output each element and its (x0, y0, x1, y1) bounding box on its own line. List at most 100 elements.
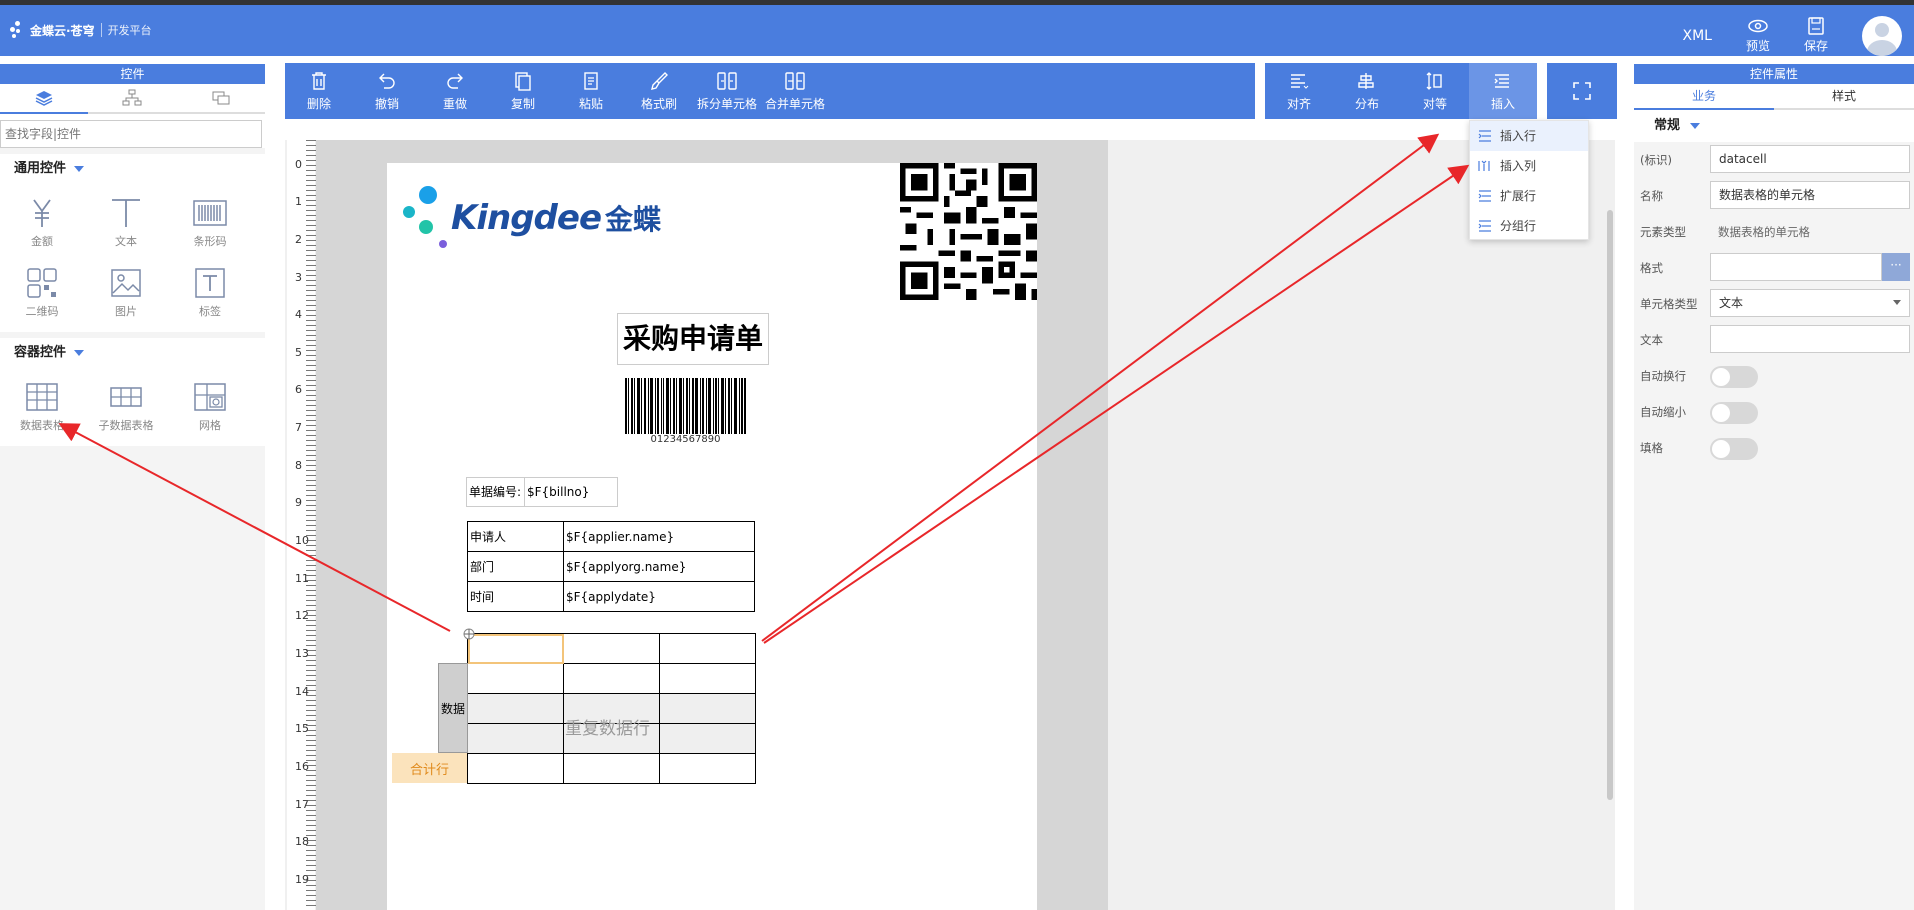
tab-style[interactable]: 样式 (1774, 84, 1914, 110)
control-data-table[interactable]: 数据表格 (0, 372, 84, 442)
info-label-cell[interactable]: 时间 (467, 581, 564, 612)
table-cell[interactable] (659, 753, 756, 784)
total-band-label[interactable]: 合计行 (392, 753, 467, 783)
control-amount[interactable]: 金额 (0, 188, 84, 258)
move-handle-icon[interactable] (462, 627, 476, 641)
table-cell[interactable] (467, 693, 564, 724)
fill-toggle[interactable] (1710, 438, 1758, 460)
ruler-tick: 5 (295, 346, 302, 359)
qrcode-image[interactable] (900, 163, 1037, 300)
name-input[interactable]: 数据表格的单元格 (1710, 181, 1910, 209)
ruler-tick: 3 (295, 271, 302, 284)
text-input[interactable] (1710, 325, 1910, 353)
split-cell-button[interactable]: 拆分单元格 (693, 63, 761, 119)
table-cell[interactable] (659, 633, 756, 664)
ruler-tick: 6 (295, 383, 302, 396)
group-row-icon (1478, 220, 1491, 232)
paste-button[interactable]: 粘贴 (557, 63, 625, 119)
table-cell[interactable] (659, 693, 756, 724)
table-cell[interactable] (467, 663, 564, 694)
selected-cell[interactable] (467, 633, 564, 664)
user-avatar[interactable] (1862, 15, 1902, 56)
preview-button[interactable]: 预览 (1746, 17, 1770, 54)
yen-icon (33, 199, 51, 227)
control-qrcode[interactable]: 二维码 (0, 258, 84, 328)
format-more-button[interactable]: ··· (1882, 253, 1910, 281)
table-cell[interactable] (563, 633, 660, 664)
xml-button[interactable]: XML (1682, 28, 1711, 44)
controls-panel: 控件 通用控件 金额 文本 条形码 二维码 (0, 64, 265, 910)
info-label-cell[interactable]: 申请人 (467, 521, 564, 552)
format-input[interactable] (1710, 253, 1882, 281)
control-label: 金额 (31, 235, 53, 248)
info-value-cell[interactable]: $F{applydate} (563, 581, 755, 612)
total-row[interactable] (467, 753, 756, 784)
repeat-row-text: 重复数据行 (565, 719, 650, 739)
table-row[interactable]: 时间 $F{applydate} (467, 581, 755, 612)
kingdee-dots-icon (403, 186, 451, 250)
container-controls-title: 容器控件 (14, 345, 67, 360)
menu-item-label: 分组行 (1500, 219, 1537, 233)
controls-tabs (0, 84, 265, 114)
tab-layers[interactable] (0, 84, 89, 114)
control-grid[interactable]: 网格 (168, 372, 252, 442)
table-cell[interactable] (659, 723, 756, 754)
barcode-image[interactable] (625, 378, 746, 434)
control-search-input[interactable] (0, 120, 262, 148)
insert-button[interactable]: 插入 (1469, 63, 1537, 119)
control-label-widget[interactable]: 标签 (168, 258, 252, 328)
copy-button[interactable]: 复制 (489, 63, 557, 119)
control-text[interactable]: 文本 (84, 188, 168, 258)
header-row[interactable] (467, 633, 756, 664)
tab-components[interactable] (176, 84, 265, 114)
canvas-scrollbar[interactable] (1607, 210, 1613, 800)
menu-item-label: 扩展行 (1500, 189, 1537, 203)
table-row[interactable]: 部门 $F{applyorg.name} (467, 551, 755, 582)
menu-item-insert-column[interactable]: 插入列 (1470, 151, 1588, 181)
control-barcode[interactable]: 条形码 (168, 188, 252, 258)
table-row[interactable]: 申请人 $F{applier.name} (467, 521, 755, 552)
format-painter-button[interactable]: 格式刷 (625, 63, 693, 119)
table-cell[interactable] (659, 663, 756, 694)
delete-button[interactable]: 删除 (285, 63, 353, 119)
table-cell[interactable] (467, 753, 564, 784)
id-input[interactable]: datacell (1710, 145, 1910, 173)
tab-business[interactable]: 业务 (1634, 84, 1774, 110)
prop-label: 名称 (1640, 189, 1663, 203)
cell-type-select[interactable]: 文本 (1710, 289, 1910, 317)
table-cell[interactable] (563, 753, 660, 784)
menu-item-insert-row[interactable]: 插入行 (1470, 121, 1588, 151)
tab-tree[interactable] (88, 84, 177, 114)
fullscreen-button[interactable] (1547, 63, 1617, 119)
menu-item-group-row[interactable]: 分组行 (1470, 211, 1588, 241)
data-band-label[interactable]: 数据 (438, 663, 468, 753)
container-controls-header[interactable]: 容器控件 (0, 338, 265, 368)
control-label: 二维码 (25, 305, 59, 318)
billno-field[interactable]: 单据编号: $F{billno} (466, 477, 618, 507)
info-value-cell[interactable]: $F{applyorg.name} (563, 551, 755, 582)
save-button[interactable]: 保存 (1804, 17, 1828, 54)
table-cell[interactable] (467, 723, 564, 754)
document-title[interactable]: 采购申请单 (617, 313, 769, 365)
autowrap-toggle[interactable] (1710, 366, 1758, 388)
info-table[interactable]: 申请人 $F{applier.name} 部门 $F{applyorg.name… (467, 521, 755, 612)
info-value-cell[interactable]: $F{applier.name} (563, 521, 755, 552)
general-controls-header[interactable]: 通用控件 (0, 154, 265, 184)
distribute-button[interactable]: 分布 (1333, 63, 1401, 119)
general-section-header[interactable]: 常规 (1634, 110, 1914, 142)
menu-item-expand-row[interactable]: 扩展行 (1470, 181, 1588, 211)
align-left-icon (1291, 74, 1309, 89)
control-image[interactable]: 图片 (84, 258, 168, 328)
autoshrink-toggle[interactable] (1710, 402, 1758, 424)
align-button[interactable]: 对齐 (1265, 63, 1333, 119)
info-label-cell[interactable]: 部门 (467, 551, 564, 582)
merge-cell-button[interactable]: 合并单元格 (761, 63, 829, 119)
table-row[interactable] (467, 663, 756, 694)
table-cell[interactable] (563, 663, 660, 694)
equalize-button[interactable]: 对等 (1401, 63, 1469, 119)
data-table[interactable] (467, 633, 756, 784)
kingdee-logo[interactable]: Kingdee 金蝶 (403, 186, 661, 250)
redo-button[interactable]: 重做 (421, 63, 489, 119)
control-sub-data-table[interactable]: 子数据表格 (84, 372, 168, 442)
undo-button[interactable]: 撤销 (353, 63, 421, 119)
